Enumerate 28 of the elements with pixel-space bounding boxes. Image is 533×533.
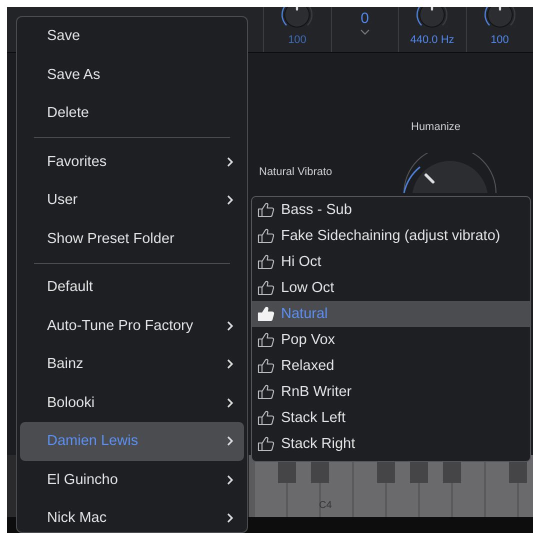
stepper-value[interactable]: 0 <box>360 10 369 27</box>
preset-item[interactable]: Hi Oct <box>252 249 530 275</box>
submenu-item[interactable]: Favorites <box>20 142 244 181</box>
submenu-item[interactable]: Bainz <box>20 345 244 384</box>
knob-label: Natural Vibrato <box>259 166 332 178</box>
submenu-item[interactable]: El Guincho <box>20 460 244 499</box>
key-label: C4 <box>319 500 332 511</box>
submenu-item[interactable]: User <box>20 181 244 220</box>
knob-label: Humanize <box>411 121 461 133</box>
preset-item[interactable]: Low Oct <box>252 275 530 301</box>
knob-value: 100 <box>288 34 306 46</box>
menu-item[interactable]: Save As <box>20 56 244 94</box>
submenu-item[interactable]: Bolooki <box>20 384 244 422</box>
knob-value: 440.0 Hz <box>410 34 454 46</box>
preset-item[interactable]: Fake Sidechaining (adjust vibrato) <box>252 223 530 249</box>
menu-item[interactable]: Default <box>20 268 244 306</box>
menu-item[interactable]: Show Preset Folder <box>20 220 244 258</box>
preset-item[interactable]: Stack Right <box>252 431 530 457</box>
knob-value: 100 <box>490 34 509 46</box>
menu-item[interactable]: Save <box>20 17 244 56</box>
preset-item[interactable]: Relaxed <box>252 353 530 379</box>
preset-item[interactable]: Stack Left <box>252 405 530 431</box>
submenu-item[interactable]: Nick Mac <box>20 499 244 532</box>
preset-item[interactable]: Pop Vox <box>252 327 530 353</box>
preset-item[interactable]: Bass - Sub <box>252 197 530 223</box>
submenu-item[interactable]: Auto-Tune Pro Factory <box>20 306 244 345</box>
preset-item[interactable]: RnB Writer <box>252 379 530 405</box>
menu-item[interactable]: Delete <box>20 94 244 132</box>
